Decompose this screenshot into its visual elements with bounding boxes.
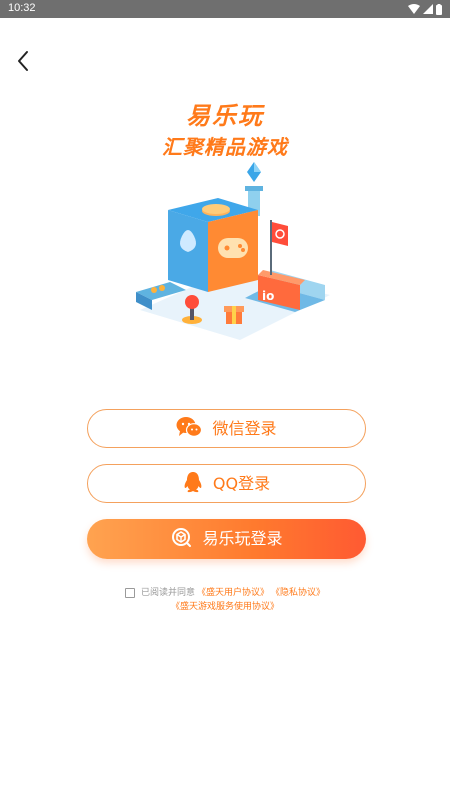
yilewan-login-button[interactable]: 易乐玩登录 xyxy=(87,519,366,559)
qq-penguin-icon xyxy=(183,471,203,497)
wifi-icon xyxy=(408,4,420,14)
yilewan-login-label: 易乐玩登录 xyxy=(202,529,283,548)
agreement-line: 已阅读并同意 《盛天用户协议》 《隐私协议》 xyxy=(0,586,450,600)
app-title: 易乐玩 xyxy=(186,102,264,130)
service-agreement-link[interactable]: 《盛天游戏服务使用协议》 xyxy=(171,602,279,612)
privacy-policy-link[interactable]: 《隐私协议》 xyxy=(271,586,325,600)
status-time: 10:32 xyxy=(8,2,36,14)
battery-icon xyxy=(436,3,442,15)
agreement-line-2: 《盛天游戏服务使用协议》 xyxy=(0,600,450,614)
app-slogan: 汇聚精品游戏 xyxy=(162,135,288,159)
agreement-section: 已阅读并同意 《盛天用户协议》 《隐私协议》 《盛天游戏服务使用协议》 xyxy=(0,586,450,614)
cellular-signal-icon xyxy=(423,4,433,14)
user-agreement-link[interactable]: 《盛天用户协议》 xyxy=(197,586,269,600)
status-icons xyxy=(408,3,442,15)
qq-login-label: QQ登录 xyxy=(212,473,271,493)
wechat-login-button[interactable]: 微信登录 xyxy=(87,409,366,448)
hero-illustration: io xyxy=(130,160,340,345)
chevron-left-icon xyxy=(16,50,30,76)
agreement-checkbox[interactable] xyxy=(124,588,135,598)
qq-login-button[interactable]: QQ登录 xyxy=(87,464,366,503)
status-bar: 10:32 xyxy=(0,0,450,18)
wechat-login-label: 微信登录 xyxy=(212,418,277,438)
agreement-prefix: 已阅读并同意 xyxy=(140,588,195,598)
back-button[interactable] xyxy=(10,48,36,78)
yilewan-logo-icon xyxy=(170,526,192,552)
wechat-icon xyxy=(176,416,203,442)
svg-text:io: io xyxy=(262,289,274,303)
